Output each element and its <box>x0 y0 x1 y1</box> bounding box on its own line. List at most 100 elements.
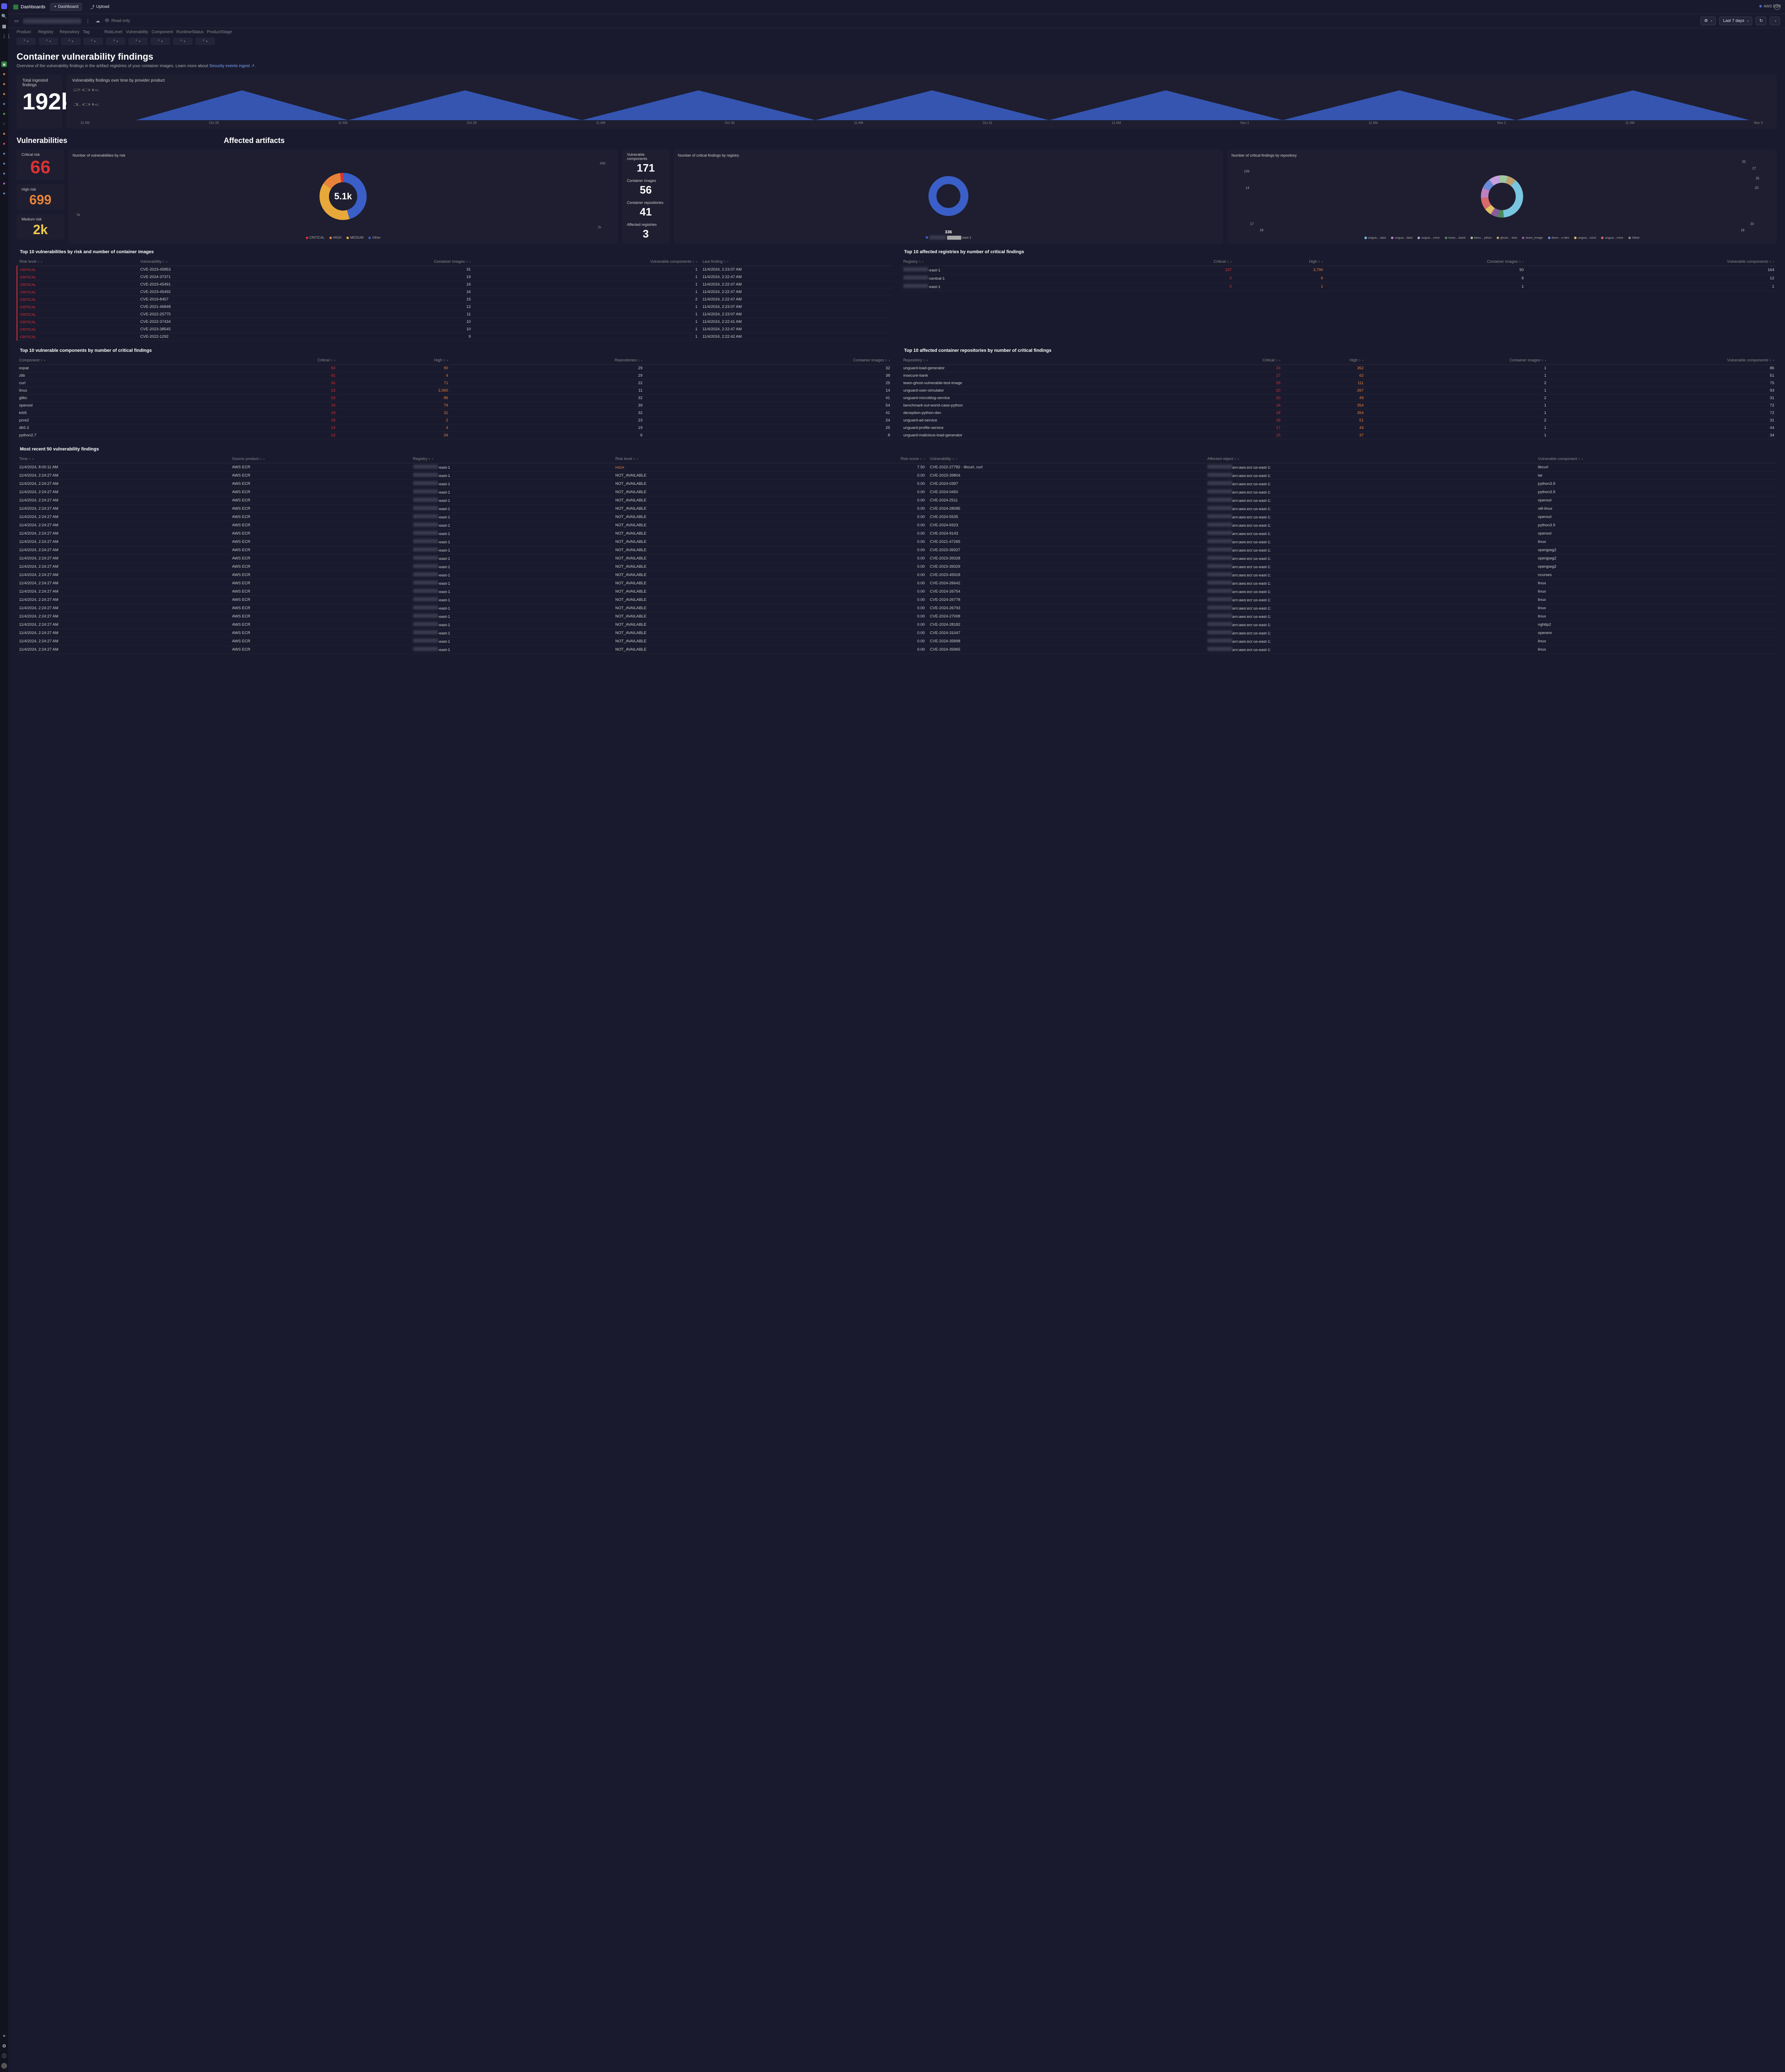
nav-icon-10[interactable]: ● <box>1 141 7 147</box>
table-row[interactable]: 11/4/2024, 2:24:27 AMAWS ECR-east-1NOT_A… <box>17 629 1777 637</box>
nav-icon-12[interactable]: ● <box>1 161 7 167</box>
logo-icon[interactable] <box>1 3 7 9</box>
table-row[interactable]: curl31712225 <box>17 380 892 387</box>
nav-icon-2[interactable]: ▣ <box>1 61 7 67</box>
col-header[interactable]: Risk level⇅▾ <box>17 258 138 266</box>
refresh-dropdown[interactable]: ▾ <box>1770 17 1780 25</box>
table-row[interactable]: CRITICALCVE-2022-12929111/4/2024, 2:22:4… <box>17 333 892 341</box>
table-row[interactable]: unguard-user-simulator20267193 <box>901 387 1777 395</box>
col-header[interactable]: Vulnerable components⇅▾ <box>473 258 700 266</box>
col-header[interactable]: Repositories⇅▾ <box>451 356 645 365</box>
table-row[interactable]: 11/4/2024, 2:24:27 AMAWS ECR-east-1NOT_A… <box>17 488 1777 496</box>
table-row[interactable]: unguard-profile-service1744144 <box>901 424 1777 432</box>
expand-icon[interactable]: » <box>1 2033 7 2039</box>
table-row[interactable]: linux232,4601114 <box>17 387 892 395</box>
table-row[interactable]: 11/4/2024, 2:24:27 AMAWS ECR-east-1NOT_A… <box>17 646 1777 654</box>
table-row[interactable]: -central-106612 <box>901 274 1777 283</box>
col-header[interactable]: Vulnerable component⇅▾ <box>1536 455 1777 463</box>
table-row[interactable]: unguard-microblog-service2049231 <box>901 395 1777 402</box>
col-header[interactable]: Vulnerable components⇅▾ <box>1526 258 1777 266</box>
table-row[interactable]: 11/4/2024, 2:24:27 AMAWS ECR-east-1NOT_A… <box>17 588 1777 596</box>
col-header[interactable]: Vulnerability⇅▾ <box>138 258 291 266</box>
table-row[interactable]: 11/4/2024, 2:24:27 AMAWS ECR-east-1NOT_A… <box>17 546 1777 554</box>
top10-comp-table[interactable]: Component⇅▾Critical⇅▾High⇅▾Repositories⇅… <box>17 356 892 439</box>
col-header[interactable]: Component⇅▾ <box>17 356 202 365</box>
top10-vuln-table[interactable]: Risk level⇅▾Vulnerability⇅▾Container ima… <box>17 258 892 341</box>
table-row[interactable]: zlib4142938 <box>17 372 892 380</box>
filter-runtimestatus[interactable]: * ▾ <box>173 38 192 45</box>
table-row[interactable]: python2.7123468 <box>17 432 892 439</box>
recent50-table[interactable]: Time⇅▾Source product⇅▾Registry⇅▾Risk lev… <box>17 455 1777 654</box>
col-header[interactable]: Registry⇅▾ <box>901 258 1124 266</box>
table-row[interactable]: 11/4/2024, 2:24:27 AMAWS ECR-east-1NOT_A… <box>17 521 1777 530</box>
table-row[interactable]: glibc23863241 <box>17 395 892 402</box>
table-row[interactable]: 11/4/2024, 2:24:27 AMAWS ECR-east-1NOT_A… <box>17 612 1777 621</box>
dashboards-icon[interactable]: ▦ <box>1 23 7 29</box>
table-row[interactable]: CRITICALCVE-2022-3743410111/4/2024, 2:22… <box>17 318 892 326</box>
col-header[interactable]: Last finding⇅▾ <box>700 258 892 266</box>
col-header[interactable]: High⇅▾ <box>1234 258 1326 266</box>
col-header[interactable]: Container images⇅▾ <box>1325 258 1526 266</box>
table-row[interactable]: benchmark-sut-worst-case-python18354172 <box>901 402 1777 409</box>
table-row[interactable]: 11/4/2024, 2:24:27 AMAWS ECR-east-1NOT_A… <box>17 637 1777 646</box>
nav-icon-9[interactable]: ● <box>1 131 7 137</box>
table-row[interactable]: unguard-load-generator33352186 <box>901 365 1777 372</box>
nav-icon-5[interactable]: ● <box>1 91 7 97</box>
new-dashboard-button[interactable]: +Dashboard <box>50 3 82 11</box>
table-row[interactable]: 11/4/2024, 2:24:27 AMAWS ECR-east-1NOT_A… <box>17 530 1777 538</box>
table-row[interactable]: CRITICALCVE-2023-4549116111/4/2024, 2:22… <box>17 281 892 288</box>
table-row[interactable]: unguard-ad-service1851231 <box>901 417 1777 424</box>
table-row[interactable]: pcre21822324 <box>17 417 892 424</box>
table-row[interactable]: 11/4/2024, 2:24:27 AMAWS ECR-east-1NOT_A… <box>17 571 1777 579</box>
col-header[interactable]: Risk level⇅▾ <box>613 455 786 463</box>
table-row[interactable]: expat50902932 <box>17 365 892 372</box>
table-row[interactable]: CRITICALCVE-2023-4549216111/4/2024, 2:22… <box>17 288 892 296</box>
subtitle-link[interactable]: Security events ingest ↗ <box>209 64 254 68</box>
avatar-icon[interactable] <box>1 2063 7 2069</box>
col-header[interactable]: Container images⇅▾ <box>1366 356 1549 365</box>
table-row[interactable]: 11/4/2024, 2:24:27 AMAWS ECR-east-1NOT_A… <box>17 480 1777 488</box>
filter-productstage[interactable]: * ▾ <box>196 38 215 45</box>
refresh-button[interactable]: ↻ <box>1756 17 1766 25</box>
col-header[interactable]: Registry⇅▾ <box>411 455 613 463</box>
top10-reg-table[interactable]: Registry⇅▾Critical⇅▾High⇅▾Container imag… <box>901 258 1777 291</box>
cloud-icon[interactable]: ☁ <box>94 18 101 24</box>
table-row[interactable]: deception-python-dev18354172 <box>901 409 1777 417</box>
filter-tag[interactable]: * ▾ <box>84 38 103 45</box>
filter-product[interactable]: * ▾ <box>17 38 36 45</box>
help-icon[interactable]: ⓘ <box>1 2053 7 2059</box>
table-row[interactable]: insecure-bank2762151 <box>901 372 1777 380</box>
table-row[interactable]: 11/4/2024, 2:24:27 AMAWS ECR-east-1NOT_A… <box>17 538 1777 546</box>
col-header[interactable]: High⇅▾ <box>338 356 450 365</box>
nav-icon-11[interactable]: ● <box>1 151 7 157</box>
top10-affrepo-table[interactable]: Repository⇅▾Critical⇅▾High⇅▾Container im… <box>901 356 1777 439</box>
nav-icon-7[interactable]: ● <box>1 111 7 117</box>
filter-registry[interactable]: * ▾ <box>39 38 58 45</box>
nav-icon-8[interactable]: ○ <box>1 121 7 127</box>
vuln-by-risk-donut[interactable]: 5.1k 699 5k 2k <box>73 159 614 233</box>
col-header[interactable]: Repository⇅▾ <box>901 356 1183 365</box>
breadcrumb-root[interactable]: Dashboards <box>21 5 45 10</box>
apps-icon[interactable]: ⋮⋮⋮ <box>1 33 7 39</box>
nav-icon-3[interactable]: ● <box>1 71 7 77</box>
settings-icon[interactable]: ⚙ <box>1 2043 7 2049</box>
col-header[interactable]: Affected object⇅▾ <box>1205 455 1536 463</box>
nav-icon-1[interactable] <box>1 51 7 57</box>
col-header[interactable]: Source product⇅▾ <box>230 455 411 463</box>
table-row[interactable]: -east-10111 <box>901 283 1777 291</box>
table-row[interactable]: CRITICALCVE-2021-4684812111/4/2024, 2:23… <box>17 303 892 311</box>
table-row[interactable]: 11/4/2024, 2:24:27 AMAWS ECR-east-1NOT_A… <box>17 621 1777 629</box>
table-row[interactable]: 11/4/2024, 2:24:27 AMAWS ECR-east-1NOT_A… <box>17 505 1777 513</box>
upload-button[interactable]: ⤴Upload <box>87 2 113 11</box>
document-icon[interactable]: ▭ <box>13 18 20 24</box>
col-header[interactable]: Vulnerable components⇅▾ <box>1549 356 1777 365</box>
table-row[interactable]: 11/4/2024, 2:24:27 AMAWS ECR-east-1NOT_A… <box>17 554 1777 563</box>
area-chart[interactable]: 20k 10k <box>72 87 1771 120</box>
filter-vulnerability[interactable]: * ▾ <box>128 38 148 45</box>
settings-button[interactable]: ⚙▾ <box>1700 17 1716 25</box>
filter-component[interactable]: * ▾ <box>151 38 170 45</box>
col-header[interactable]: Risk score⇅▾ <box>786 455 927 463</box>
table-row[interactable]: CRITICALCVE-2019-845715211/4/2024, 2:22:… <box>17 296 892 303</box>
table-row[interactable]: CRITICALCVE-2024-3737119111/4/2024, 2:22… <box>17 274 892 281</box>
more-icon[interactable]: ⋮ <box>85 18 91 24</box>
